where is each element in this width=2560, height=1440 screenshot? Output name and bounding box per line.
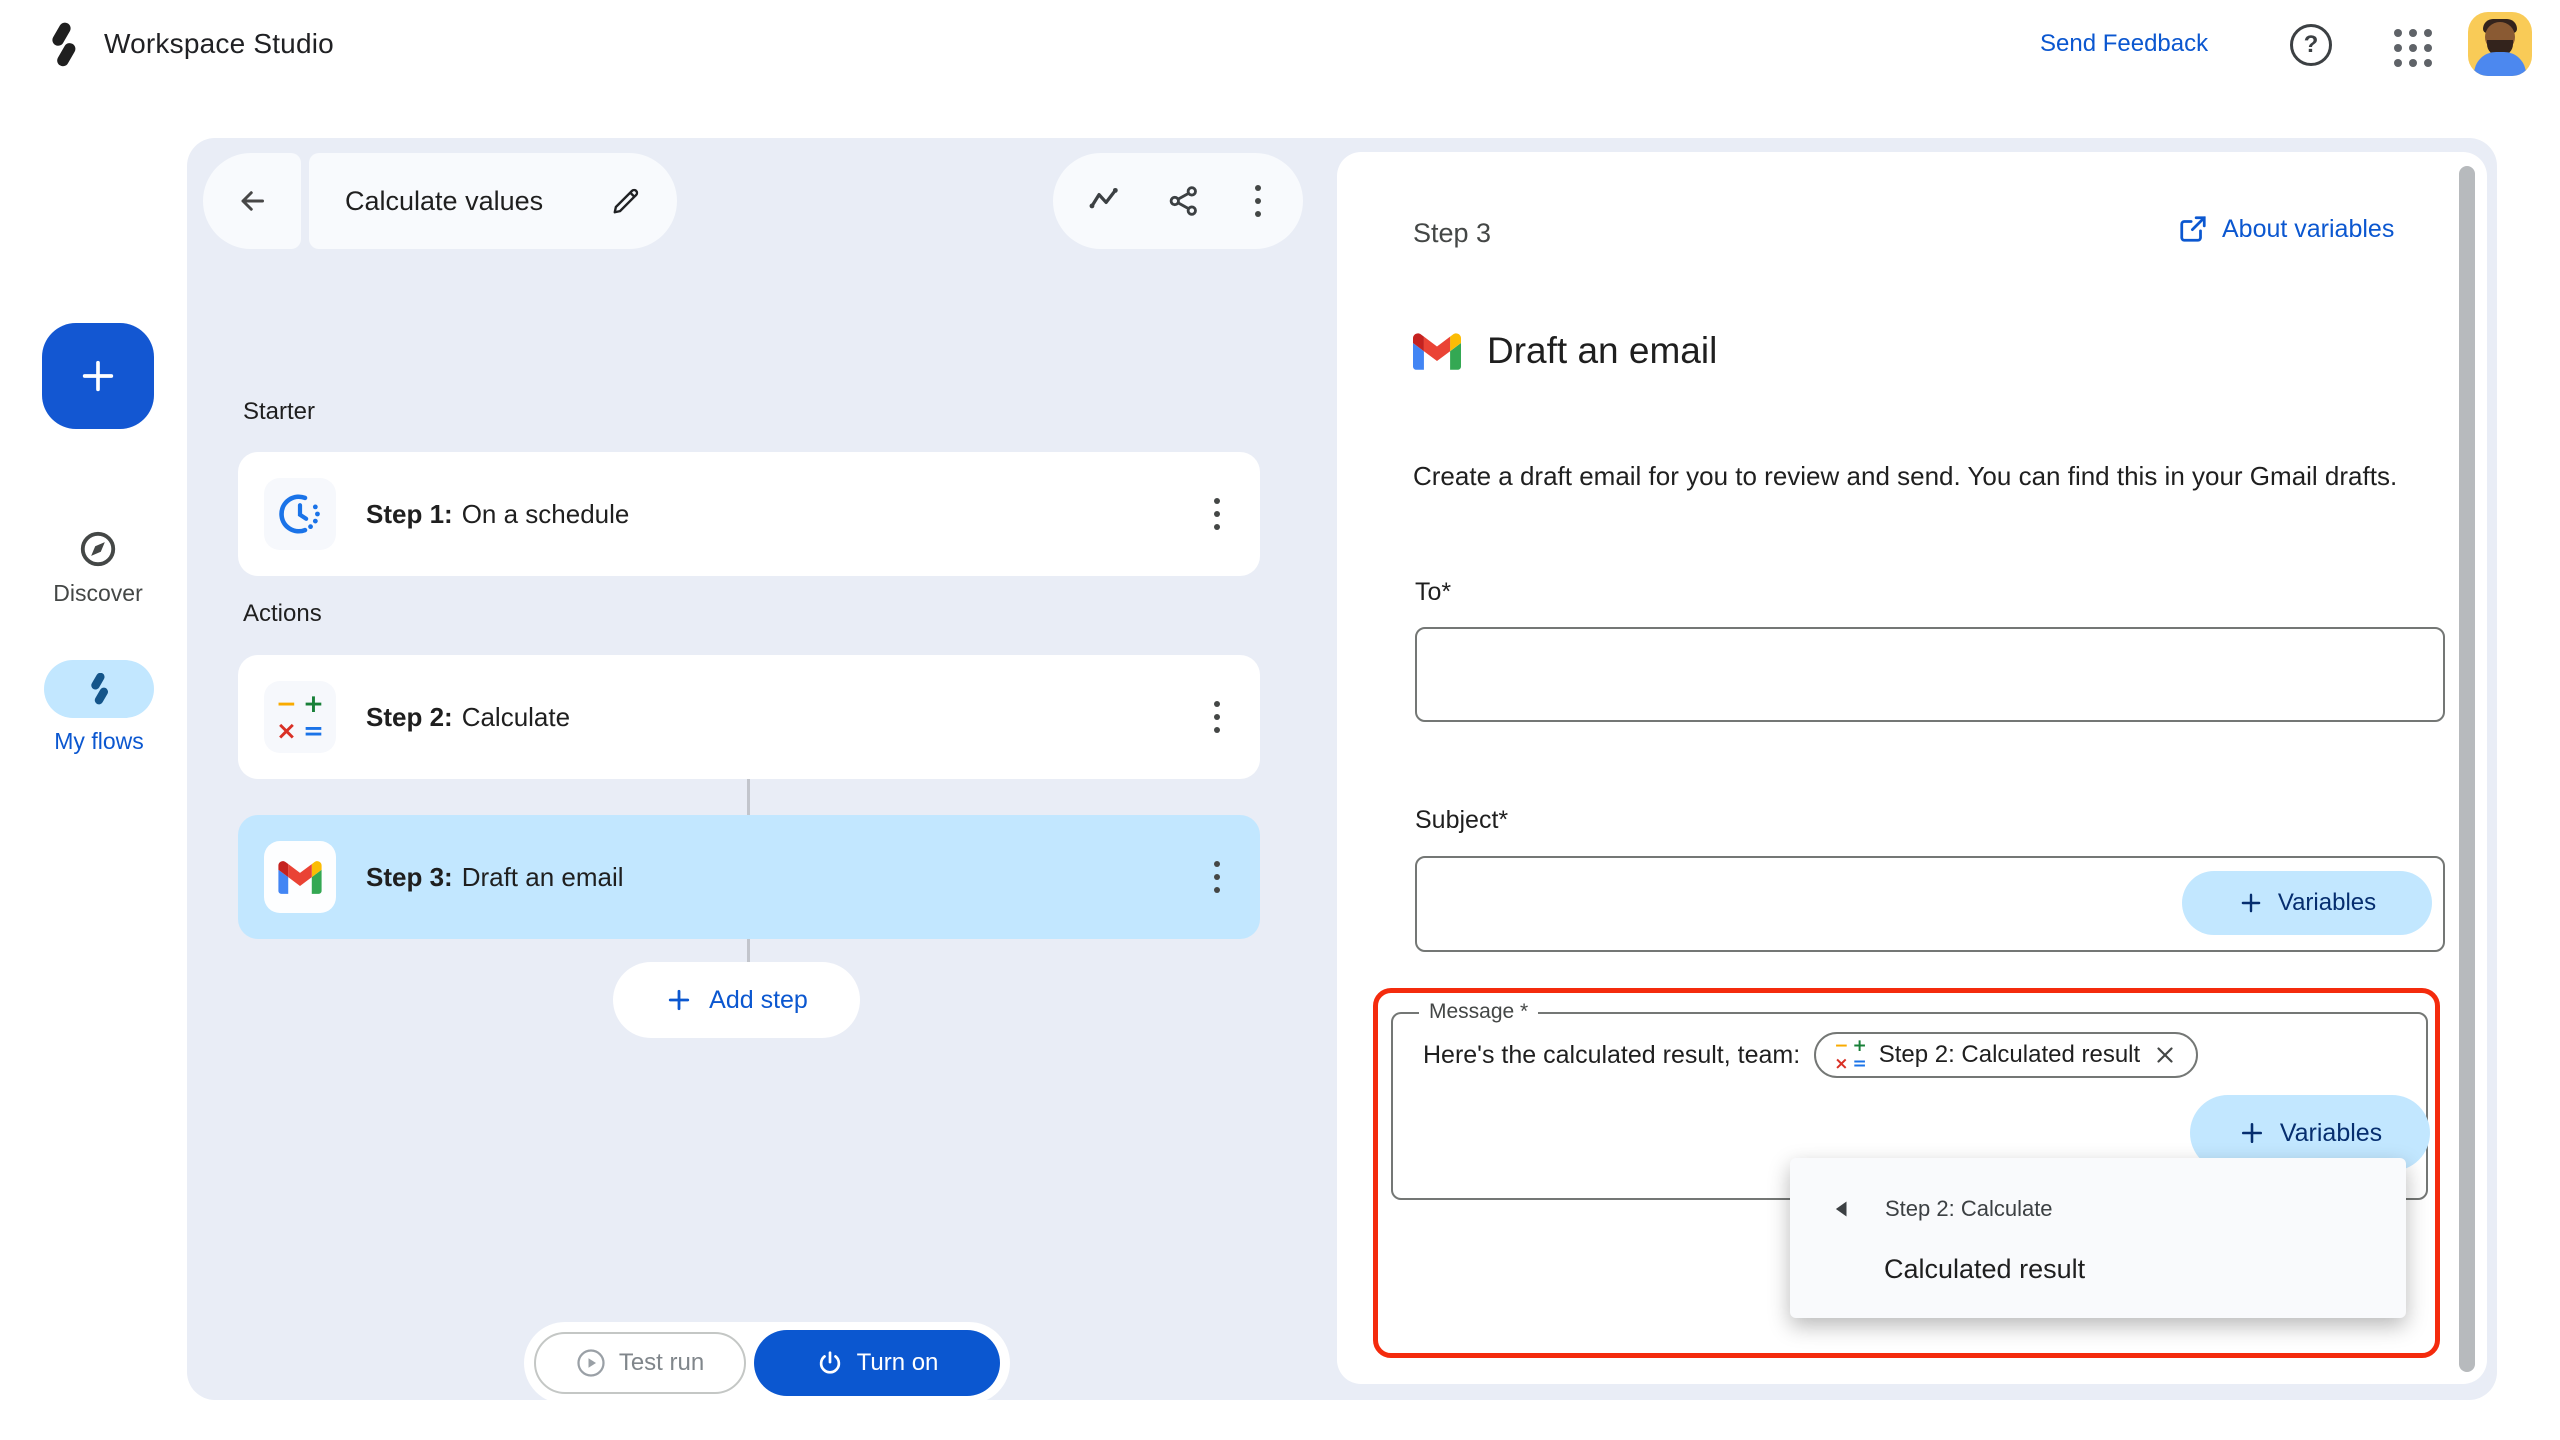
step-title: Step 2:Calculate	[366, 702, 570, 733]
step-card-3[interactable]: Step 3:Draft an email	[238, 815, 1260, 939]
step-menu-icon[interactable]	[1206, 693, 1228, 741]
message-text: Here's the calculated result, team:	[1423, 1041, 1800, 1070]
step-menu-icon[interactable]	[1206, 853, 1228, 901]
help-icon[interactable]: ?	[2290, 24, 2332, 66]
panel-title: Draft an email	[1487, 330, 1717, 372]
triangle-left-icon	[1834, 1200, 1849, 1218]
plus-icon	[2238, 1119, 2266, 1147]
panel-scrollbar[interactable]	[2459, 166, 2475, 1372]
schedule-icon	[264, 478, 336, 550]
plus-icon	[665, 986, 693, 1014]
activity-icon[interactable]	[1087, 184, 1121, 218]
to-input[interactable]	[1415, 627, 2445, 722]
power-icon	[816, 1349, 844, 1377]
step-card-2[interactable]: −+ ×= Step 2:Calculate	[238, 655, 1260, 779]
plus-icon	[78, 356, 118, 396]
step-menu-icon[interactable]	[1206, 490, 1228, 538]
calculate-icon: −+ ×=	[264, 681, 336, 753]
close-icon[interactable]	[2152, 1042, 2178, 1068]
app-title: Workspace Studio	[104, 0, 334, 88]
step-title: Step 1:On a schedule	[366, 499, 629, 530]
message-content: Here's the calculated result, team: −+ ×…	[1423, 1032, 2198, 1078]
turn-on-button[interactable]: Turn on	[754, 1330, 1000, 1396]
flow-title-box[interactable]: Calculate values	[309, 153, 677, 249]
compass-icon	[77, 528, 119, 570]
flow-title: Calculate values	[345, 186, 611, 217]
actions-section-label: Actions	[243, 600, 322, 628]
step-card-1[interactable]: Step 1:On a schedule	[238, 452, 1260, 576]
chip-label: Step 2: Calculated result	[1879, 1041, 2140, 1069]
workspace-studio-logo-icon	[40, 22, 86, 68]
dropdown-item-calculated-result[interactable]: Calculated result	[1884, 1254, 2085, 1285]
apps-grid-icon[interactable]	[2390, 25, 2436, 71]
starter-section-label: Starter	[243, 398, 315, 426]
about-variables-link[interactable]: About variables	[2178, 214, 2440, 244]
plus-icon	[2238, 890, 2264, 916]
panel-title-row: Draft an email	[1413, 330, 1717, 372]
external-link-icon	[2178, 214, 2208, 244]
calculate-icon: −+ ×=	[1834, 1038, 1867, 1073]
test-run-button[interactable]: Test run	[534, 1332, 746, 1394]
back-button[interactable]	[203, 153, 301, 249]
add-step-label: Add step	[709, 986, 808, 1015]
dropdown-back-row[interactable]: Step 2: Calculate	[1834, 1196, 2053, 1222]
flow-more-menu-icon[interactable]	[1247, 177, 1269, 225]
connector-line	[747, 779, 750, 815]
share-icon[interactable]	[1167, 184, 1201, 218]
step-description: Create a draft email for you to review a…	[1413, 456, 2427, 496]
gmail-icon	[264, 841, 336, 913]
top-bar: Workspace Studio Send Feedback ?	[0, 0, 2560, 88]
sidebar-item-my-flows[interactable]: My flows	[44, 660, 154, 755]
sidebar-item-label: Discover	[53, 580, 142, 607]
panel-step-label: Step 3	[1413, 218, 1491, 249]
message-label: Message *	[1419, 1000, 1538, 1024]
to-label: To*	[1415, 578, 1451, 607]
subject-variables-button[interactable]: Variables	[2182, 871, 2432, 935]
back-arrow-icon	[234, 183, 270, 219]
play-icon	[576, 1348, 606, 1378]
connector-line	[747, 939, 750, 962]
subject-label: Subject*	[1415, 806, 1508, 835]
workspace-studio-app: Workspace Studio Send Feedback ? Discove…	[0, 0, 2560, 1440]
variables-dropdown: Step 2: Calculate Calculated result	[1790, 1158, 2406, 1318]
avatar[interactable]	[2468, 12, 2532, 76]
step-title: Step 3:Draft an email	[366, 862, 624, 893]
send-feedback-link[interactable]: Send Feedback	[2040, 0, 2208, 88]
variable-chip[interactable]: −+ ×= Step 2: Calculated result	[1814, 1032, 2198, 1078]
gmail-icon	[1413, 331, 1461, 371]
active-pill	[44, 660, 154, 718]
flows-icon	[82, 673, 116, 705]
sidebar-item-discover[interactable]: Discover	[58, 528, 138, 607]
run-bar: Test run Turn on	[524, 1322, 1010, 1404]
flow-toolbar	[1053, 153, 1303, 249]
sidebar-item-label: My flows	[54, 728, 143, 755]
add-step-button[interactable]: Add step	[613, 962, 860, 1038]
edit-pencil-icon[interactable]	[611, 186, 641, 216]
new-flow-button[interactable]	[42, 323, 154, 429]
